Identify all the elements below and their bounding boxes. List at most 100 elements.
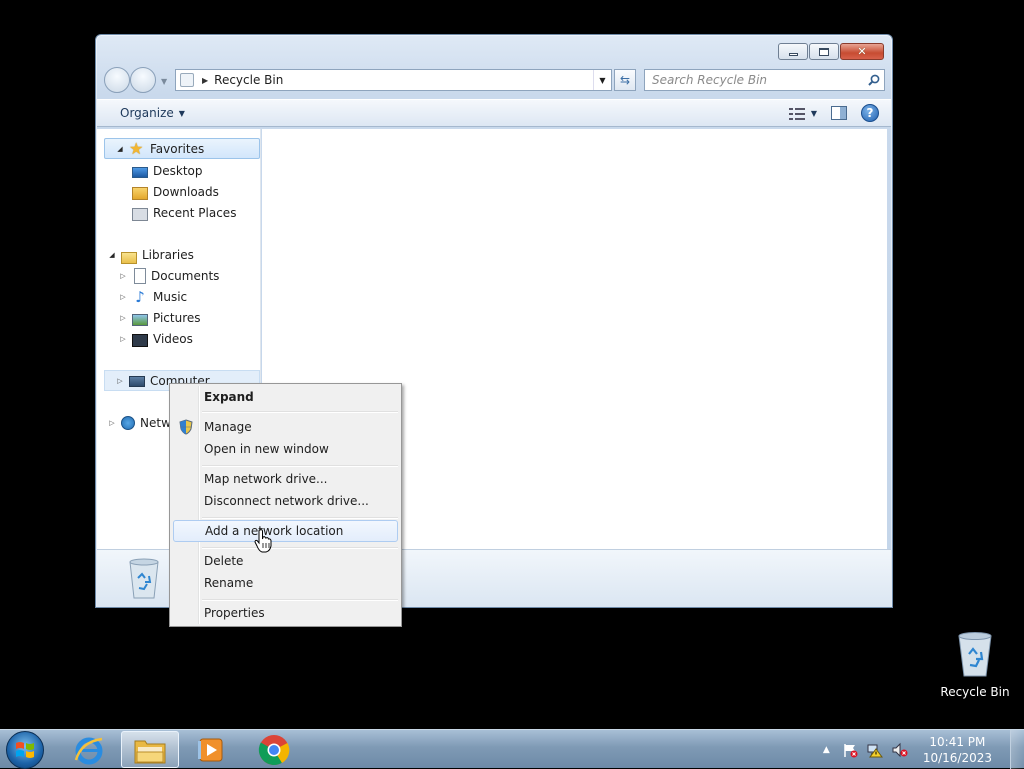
tree-item-pictures[interactable]: ▷ Pictures xyxy=(97,307,260,328)
clock-date: 10/16/2023 xyxy=(922,750,992,765)
tree-label: Documents xyxy=(151,268,220,283)
volume-muted-icon[interactable] xyxy=(892,742,908,758)
refresh-button[interactable]: ⇆ xyxy=(614,69,636,91)
menu-item-rename[interactable]: Rename xyxy=(173,572,398,594)
start-button[interactable] xyxy=(6,731,44,769)
desktop-icon xyxy=(132,167,148,178)
nav-arrows: ▼ xyxy=(104,67,172,93)
close-button[interactable]: ✕ xyxy=(840,43,884,60)
search-placeholder: Search Recycle Bin xyxy=(652,73,768,87)
refresh-icon: ⇆ xyxy=(619,73,631,87)
clock-time: 10:41 PM xyxy=(929,734,986,749)
tree-libraries[interactable]: ◢ Libraries xyxy=(97,244,260,265)
change-view-button[interactable]: ▼ xyxy=(788,107,817,120)
address-bar[interactable]: ▶ Recycle Bin ▼ xyxy=(175,69,612,91)
tree-favorites[interactable]: ◢ ★ Favorites xyxy=(104,138,260,159)
search-input[interactable]: Search Recycle Bin xyxy=(644,69,885,91)
menu-item-manage[interactable]: Manage xyxy=(173,416,398,438)
expander-closed-icon[interactable]: ▷ xyxy=(115,377,125,385)
tree-label: Pictures xyxy=(153,310,201,325)
tree-item-downloads[interactable]: Downloads xyxy=(97,181,260,202)
views-icon xyxy=(788,107,805,120)
internet-explorer-icon xyxy=(74,737,103,764)
tree-item-music[interactable]: ▷ ♪ Music xyxy=(97,286,260,307)
recycle-bin-icon xyxy=(127,556,161,603)
tree-label: Videos xyxy=(153,331,193,346)
action-center-flag-icon[interactable] xyxy=(842,742,858,758)
expander-closed-icon[interactable]: ▷ xyxy=(118,335,128,343)
tree-label: Music xyxy=(153,289,188,304)
desktop-icon-label: Recycle Bin xyxy=(940,685,1010,699)
navigation-bar: ▼ ▶ Recycle Bin ▼ ⇆ Search Recycle Bin xyxy=(104,67,885,93)
minimize-icon xyxy=(788,53,798,56)
expander-closed-icon[interactable]: ▷ xyxy=(118,314,128,322)
taskbar-chrome[interactable] xyxy=(245,731,303,768)
system-tray: ▲ 10:41 PM 10/16/2023 xyxy=(823,730,1024,769)
recycle-bin-small-icon xyxy=(180,73,194,87)
help-icon[interactable]: ? xyxy=(861,104,879,122)
close-icon: ✕ xyxy=(857,45,867,58)
taskbar-windows-explorer[interactable] xyxy=(121,731,179,768)
breadcrumb-chevron-icon[interactable]: ▶ xyxy=(202,76,208,85)
menu-item-disconnect-network-drive[interactable]: Disconnect network drive... xyxy=(173,490,398,512)
menu-separator xyxy=(202,411,398,413)
title-controls: ✕ xyxy=(778,43,884,60)
downloads-folder-icon xyxy=(132,187,148,200)
chevron-down-icon: ▼ xyxy=(810,108,817,118)
expander-closed-icon[interactable]: ▷ xyxy=(118,293,128,301)
star-icon: ★ xyxy=(129,138,144,158)
menu-item-map-network-drive[interactable]: Map network drive... xyxy=(173,468,398,490)
expander-closed-icon[interactable]: ▷ xyxy=(118,272,128,280)
pictures-icon xyxy=(132,313,148,326)
menu-item-label: Manage xyxy=(204,420,252,434)
tree-label: Desktop xyxy=(153,163,203,178)
chevron-down-icon: ▼ xyxy=(178,108,185,118)
media-player-icon xyxy=(198,738,223,761)
network-icon xyxy=(121,415,135,430)
recycle-bin-icon xyxy=(958,632,992,677)
menu-item-open-new-window[interactable]: Open in new window xyxy=(173,438,398,460)
maximize-button[interactable] xyxy=(809,43,839,60)
address-dropdown-icon[interactable]: ▼ xyxy=(593,70,611,90)
preview-pane-button[interactable] xyxy=(831,106,847,120)
hand-cursor-icon xyxy=(254,529,272,553)
tree-item-documents[interactable]: ▷ Documents xyxy=(97,265,260,286)
organize-button[interactable]: Organize ▼ xyxy=(120,106,185,120)
menu-item-add-network-location[interactable]: Add a network location xyxy=(173,520,398,542)
expander-open-icon[interactable]: ◢ xyxy=(107,251,117,259)
uac-shield-icon xyxy=(179,419,193,435)
tree-label: Downloads xyxy=(153,184,219,199)
organize-label: Organize xyxy=(120,106,174,120)
command-bar: Organize ▼ ▼ ? xyxy=(97,99,891,127)
desktop-recycle-bin[interactable]: Recycle Bin xyxy=(940,630,1010,699)
show-desktop-button[interactable] xyxy=(1010,730,1024,769)
clock[interactable]: 10:41 PM 10/16/2023 xyxy=(923,734,992,766)
tree-item-videos[interactable]: ▷ Videos xyxy=(97,328,260,349)
expander-closed-icon[interactable]: ▷ xyxy=(107,419,117,427)
address-location[interactable]: Recycle Bin xyxy=(214,73,593,87)
back-button[interactable] xyxy=(104,67,130,93)
menu-separator xyxy=(202,547,398,549)
search-icon[interactable] xyxy=(864,74,884,86)
tree-label: Libraries xyxy=(142,247,194,262)
context-menu: Expand Manage Open in new window Map net… xyxy=(169,383,402,627)
menu-item-properties[interactable]: Properties xyxy=(173,602,398,624)
menu-item-delete[interactable]: Delete xyxy=(173,550,398,572)
taskbar-internet-explorer[interactable] xyxy=(60,731,118,768)
taskbar-media-player[interactable] xyxy=(182,731,240,768)
menu-item-expand[interactable]: Expand xyxy=(173,386,398,408)
tree-item-recent-places[interactable]: Recent Places xyxy=(97,202,260,223)
film-strip-icon xyxy=(132,334,148,347)
tree-item-desktop[interactable]: Desktop xyxy=(97,160,260,181)
computer-icon xyxy=(129,376,145,387)
menu-separator xyxy=(202,465,398,467)
forward-button[interactable] xyxy=(130,67,156,93)
recent-pages-dropdown[interactable]: ▼ xyxy=(161,77,167,86)
network-warning-icon[interactable] xyxy=(867,742,883,758)
minimize-button[interactable] xyxy=(778,43,808,60)
expander-open-icon[interactable]: ◢ xyxy=(115,145,125,153)
recent-places-icon xyxy=(132,208,148,221)
show-hidden-icons-button[interactable]: ▲ xyxy=(823,745,830,755)
documents-icon xyxy=(134,267,146,284)
tree-label: Recent Places xyxy=(153,205,237,220)
